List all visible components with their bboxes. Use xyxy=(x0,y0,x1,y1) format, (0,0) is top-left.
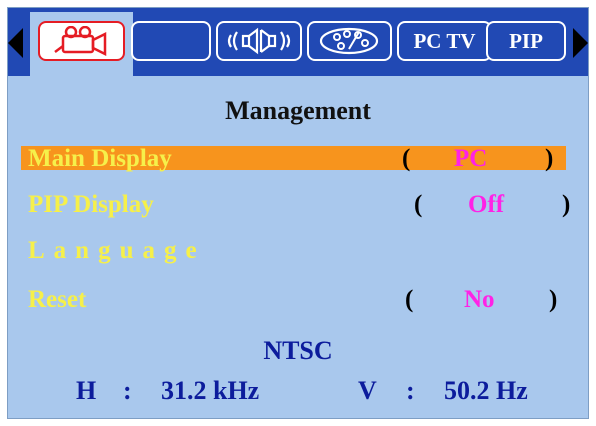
menu-item-main-display[interactable]: Main Display ( PC ) xyxy=(21,145,566,172)
menu-item-reset[interactable]: Reset ( No ) xyxy=(21,286,566,318)
paren-close: ) xyxy=(549,286,558,313)
osd-menu: PC TV PIP Management Main Display ( PC )… xyxy=(7,7,589,419)
paren-close: ) xyxy=(562,191,571,218)
page-title: Management xyxy=(225,96,371,125)
menu-item-label: PIP Display xyxy=(28,191,154,218)
tab-blank[interactable] xyxy=(131,21,211,61)
v-freq-label: V xyxy=(358,376,377,405)
v-freq-separator: : xyxy=(406,376,415,405)
signal-standard: NTSC xyxy=(263,336,333,365)
menu-item-label: Main Display xyxy=(28,145,172,172)
tab-audio[interactable] xyxy=(216,21,302,61)
paren-open: ( xyxy=(402,145,411,172)
tab-pc-tv[interactable]: PC TV xyxy=(397,21,492,61)
h-freq-value: 31.2 kHz xyxy=(161,376,260,405)
menu-item-value: Off xyxy=(468,191,505,218)
projector-icon xyxy=(53,26,106,56)
menu-item-label: Reset xyxy=(28,286,87,313)
paren-close: ) xyxy=(545,145,554,172)
v-freq-value: 50.2 Hz xyxy=(444,376,528,405)
palette-icon xyxy=(319,27,378,55)
h-freq-separator: : xyxy=(123,376,132,405)
tab-picture[interactable] xyxy=(38,21,125,61)
arrow-right-icon[interactable] xyxy=(573,28,588,58)
tab-color[interactable] xyxy=(307,21,392,61)
tab-pc-tv-label: PC TV xyxy=(413,28,476,53)
paren-open: ( xyxy=(414,191,423,218)
arrow-left-icon[interactable] xyxy=(8,28,23,58)
tab-pip-label: PIP xyxy=(509,28,543,53)
menu-item-label: Language xyxy=(28,237,206,264)
tab-pip[interactable]: PIP xyxy=(486,21,566,61)
menu-item-pip-display[interactable]: PIP Display ( Off ) xyxy=(21,191,570,223)
h-freq-label: H xyxy=(76,376,97,405)
paren-open: ( xyxy=(405,286,414,313)
tab-bar: PC TV PIP xyxy=(8,8,588,76)
menu-item-language[interactable]: Language xyxy=(21,237,566,269)
menu-item-value: No xyxy=(464,286,495,313)
speaker-icon xyxy=(227,27,291,55)
menu-item-value: PC xyxy=(454,145,488,172)
